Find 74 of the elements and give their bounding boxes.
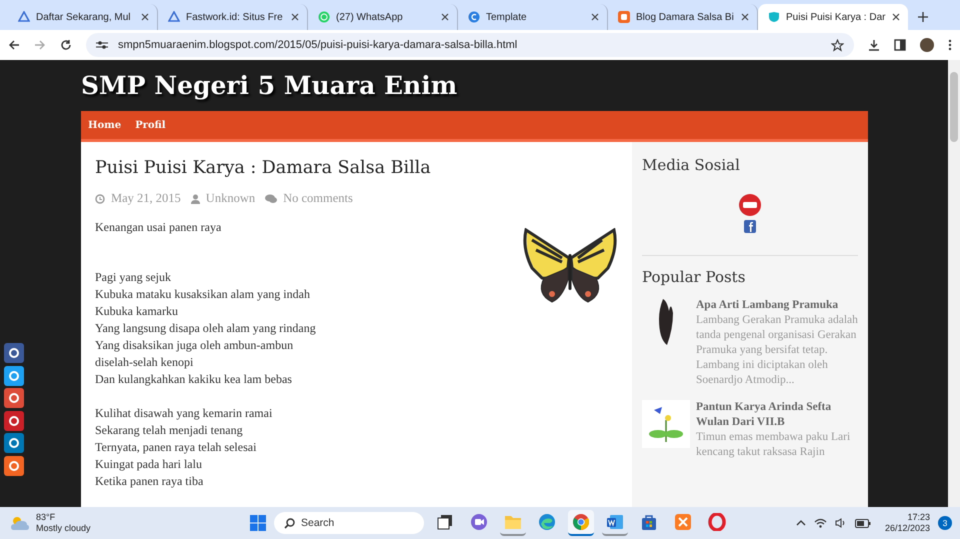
- poem-line: diselah-selah kenopi: [95, 354, 194, 371]
- clock-time: 17:23: [907, 512, 930, 523]
- post-author: Unknown: [206, 191, 256, 206]
- avatar-icon[interactable]: [920, 38, 934, 52]
- back-icon[interactable]: [8, 39, 20, 51]
- start-icon[interactable]: [250, 515, 266, 531]
- post-date: May 21, 2015: [111, 191, 181, 206]
- popular-post-title[interactable]: Pantun Karya Arinda Sefta Wulan Dari VII.B: [696, 400, 858, 430]
- triangle-logo-icon: [18, 11, 30, 23]
- poem-line: Ternyata, panen raya telah selesai: [95, 439, 258, 456]
- nav-link[interactable]: Home: [88, 120, 122, 131]
- poem-line: Kubuka mataku kusaksikan alam yang indah: [95, 286, 311, 303]
- poem-line: Yang disaksikan juga oleh ambun-ambun: [95, 337, 294, 354]
- close-icon[interactable]: [441, 13, 449, 21]
- post-title: Puisi Puisi Karya : Damara Salsa Billa: [95, 158, 432, 178]
- side-panel-icon[interactable]: [894, 39, 906, 51]
- window-stack-icon[interactable]: [437, 514, 453, 530]
- document-w-icon[interactable]: [606, 513, 624, 531]
- post-thumbnail[interactable]: [642, 400, 690, 448]
- search-field[interactable]: Search: [274, 512, 424, 534]
- search-icon: [284, 518, 295, 528]
- popular-post-snippet: Timun emas membawa paku Lari kencang takut raksasa Rajin: [696, 430, 852, 460]
- clock-icon: [95, 194, 105, 204]
- browser-logo-icon[interactable]: [572, 513, 590, 531]
- chevron-up-icon[interactable]: [796, 520, 806, 526]
- close-icon[interactable]: [291, 13, 299, 21]
- x-logo-icon[interactable]: [674, 513, 692, 531]
- address-bar[interactable]: smpn5muaraenim.blogspot.com/2015/05/puisi-puisi-karya-damara-salsa-billa.html: [86, 33, 854, 57]
- download-icon[interactable]: [868, 39, 880, 51]
- poem-line: Yang langsung disapa oleh alam yang rindang: [95, 320, 317, 337]
- sidebar-heading: Popular Posts: [642, 268, 746, 286]
- ring-logo-icon[interactable]: [708, 513, 726, 531]
- circle-logo-icon: [468, 11, 480, 23]
- browser-tab[interactable]: Puisi Puisi Karya : Dar: [758, 4, 908, 30]
- poem-line: Dan kulangkahkan kakiku kea lam bebas: [95, 371, 293, 388]
- site-settings-icon[interactable]: [96, 40, 108, 50]
- person-icon: [190, 194, 200, 204]
- nav-link[interactable]: Profil: [135, 120, 166, 131]
- more-icon[interactable]: [948, 39, 952, 51]
- close-icon[interactable]: [141, 13, 149, 21]
- poem-line: Sekarang telah menjadi tenang: [95, 422, 244, 439]
- poem-line: Kubuka kamarku: [95, 303, 179, 320]
- battery-icon[interactable]: [854, 518, 871, 528]
- hand-drawing: [657, 299, 675, 345]
- plus-icon[interactable]: [918, 12, 928, 22]
- shopping-bag-icon[interactable]: [640, 513, 658, 531]
- chat-bubble-icon: [318, 11, 330, 23]
- star-icon[interactable]: [831, 38, 844, 52]
- weather-text: Mostly cloudy: [36, 523, 91, 534]
- poem-line: Kulihat disawah yang kemarin ramai: [95, 405, 274, 422]
- video-chat-icon[interactable]: [470, 513, 488, 531]
- close-icon[interactable]: [892, 13, 900, 21]
- poem-line: Kenangan usai panen raya: [95, 219, 222, 236]
- notification-badge[interactable]: 3: [938, 516, 952, 530]
- sidebar-heading: Media Sosial: [642, 156, 741, 174]
- wave-logo-icon[interactable]: [538, 513, 556, 531]
- poem-line: Kuingat pada hari lalu: [95, 456, 203, 473]
- site-title: SMP Negeri 5 Muara Enim: [81, 71, 458, 100]
- flower-drawing: [646, 404, 686, 444]
- close-icon[interactable]: [741, 13, 749, 21]
- poem-line: Ketika panen raya tiba: [95, 473, 204, 490]
- reload-icon[interactable]: [60, 39, 72, 51]
- comments-icon: [265, 194, 278, 204]
- close-icon[interactable]: [591, 13, 599, 21]
- wifi-icon[interactable]: [814, 518, 827, 528]
- temperature: 83°F: [36, 512, 56, 523]
- popular-post-title[interactable]: Apa Arti Lambang Pramuka: [696, 298, 858, 313]
- clock-date: 26/12/2023: [884, 523, 930, 534]
- popular-post-snippet: Lambang Gerakan Pramuka adalah tanda pengenal organisasi Gerakan Pramuka yang bersifat tetap. Lambang ini diciptakan oleh Soenardjo Atmodip...: [696, 313, 858, 388]
- triangle-logo-icon: [168, 11, 180, 23]
- shield-icon: [768, 11, 780, 23]
- blog-logo-icon: [618, 11, 630, 23]
- poem-line: Pagi yang sejuk: [95, 269, 172, 286]
- speaker-icon[interactable]: [834, 518, 847, 528]
